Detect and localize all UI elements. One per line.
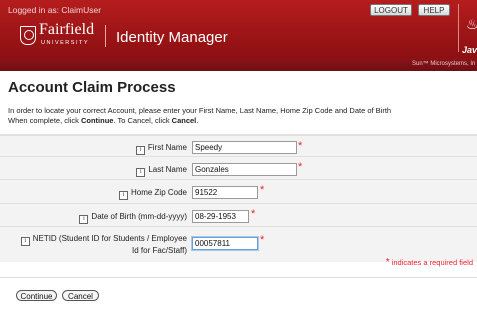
info-icon[interactable]: i [135, 146, 145, 155]
netid-label-text-1: NETID (Student ID for Students / Employe… [32, 234, 187, 243]
instructions-continue-word: Continue [80, 115, 114, 125]
instructions-text-c: . [196, 115, 199, 125]
info-icon[interactable]: i [118, 191, 128, 200]
required-field-note: * indicates a required field [386, 257, 473, 268]
zip-code-label-text: Home Zip Code [130, 188, 187, 197]
university-crest-icon [20, 26, 36, 45]
logout-button[interactable]: LOGOUT [370, 4, 412, 16]
logged-in-text: Logged in as: ClaimUser [8, 5, 102, 15]
required-star: * [385, 257, 390, 268]
info-icon[interactable]: i [79, 215, 89, 224]
required-star: * [260, 184, 265, 196]
last-name-label: i Last Name [136, 165, 187, 177]
first-name-row: iFirst Name * [0, 135, 477, 156]
instructions-text-b: . To Cancel, click [113, 115, 172, 125]
date-of-birth-label: i Date of Birth (mm-dd-yyyy) [79, 212, 187, 224]
instructions-line-1: In order to locate your correct Account,… [8, 106, 392, 115]
logo-separator [105, 25, 106, 47]
date-of-birth-input[interactable] [192, 210, 249, 223]
info-icon[interactable]: i [136, 168, 146, 177]
sub-header-bar [0, 58, 477, 71]
footer-divider [0, 277, 477, 278]
info-icon[interactable]: i [20, 237, 30, 246]
required-star: * [260, 234, 265, 246]
instructions-line-2: When complete, click Continue. To Cancel… [8, 116, 391, 126]
instructions-cancel-word: Cancel [171, 115, 197, 125]
netid-label-text-2: Id for Fac/Staff) [132, 246, 187, 255]
help-button[interactable]: HELP [418, 4, 450, 16]
netid-label-line-1: i NETID (Student ID for Students / Employ… [20, 234, 187, 246]
first-name-label-text: First Name [147, 143, 187, 152]
continue-button[interactable]: Continue [16, 290, 57, 301]
university-logo-name: Fairfield [39, 21, 95, 38]
last-name-row: iLast Name * [0, 156, 477, 179]
instructions-text-a: When complete, click [8, 115, 81, 125]
app-header: Logged in as: ClaimUser LOGOUT HELP Fair… [0, 0, 477, 58]
required-star: * [298, 140, 303, 152]
zip-code-input[interactable] [192, 186, 258, 199]
java-logo-text: Java [462, 45, 477, 55]
page-title: Account Claim Process [8, 79, 176, 96]
date-of-birth-row: iDate of Birth (mm-dd-yyyy) * [0, 203, 477, 226]
app-title: Identity Manager [116, 29, 228, 46]
netid-label: i NETID (Student ID for Students / Employ… [20, 234, 187, 256]
java-logo: ♨ Java [458, 16, 477, 55]
required-star: * [251, 208, 256, 220]
first-name-input[interactable] [192, 141, 297, 154]
last-name-label-text: Last Name [148, 165, 187, 174]
university-logo-sub: UNIVERSITY [41, 40, 90, 46]
required-star: * [298, 161, 303, 173]
zip-code-row: iHome Zip Code * [0, 179, 477, 203]
cancel-button[interactable]: Cancel [62, 290, 99, 301]
first-name-label: i First Name [135, 143, 187, 155]
last-name-input[interactable] [192, 163, 297, 176]
netid-input[interactable] [192, 237, 258, 250]
sun-microsystems-text: Sun™ Microsystems, In [412, 61, 476, 67]
instructions-text: In order to locate your correct Account,… [8, 106, 391, 125]
zip-code-label: i Home Zip Code [118, 188, 187, 200]
java-cup-icon: ♨ [466, 16, 477, 32]
date-of-birth-label-text: Date of Birth (mm-dd-yyyy) [91, 212, 187, 221]
claim-form: iFirst Name * iLast Name * iHome Zip Cod… [0, 134, 477, 262]
required-note-text: indicates a required field [391, 258, 473, 267]
